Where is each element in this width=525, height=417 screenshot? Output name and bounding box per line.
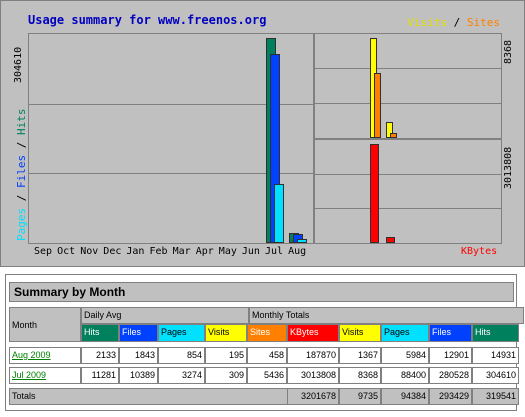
daily-value: 3274 — [158, 367, 205, 384]
daily-value: 1843 — [119, 347, 158, 364]
monthly-value: 8368 — [339, 367, 381, 384]
daily-value: 10389 — [119, 367, 158, 384]
kbytes-bar — [385, 237, 395, 243]
left-y-max: 304610 — [13, 46, 24, 83]
monthly-value: 458 — [247, 347, 287, 364]
col-header-daily-hits: Hits — [81, 324, 119, 342]
kbytes-label: KBytes — [461, 246, 498, 257]
left-legend: Pages / Files / Hits — [15, 109, 28, 242]
total-value: 3201678 — [287, 388, 339, 405]
main-plot — [28, 33, 314, 244]
month-label: Oct — [57, 246, 76, 257]
daily-value: 11281 — [81, 367, 119, 384]
sites-bar — [389, 133, 397, 138]
monthly-value: 5984 — [381, 347, 429, 364]
daily-value: 309 — [205, 367, 247, 384]
month-label: Dec — [103, 246, 122, 257]
visits-sites-plot — [314, 33, 502, 139]
col-header-monthly-pages: Pages — [381, 324, 429, 342]
col-header-monthly-sites: Sites — [247, 324, 287, 342]
month-label: Jan — [126, 246, 145, 257]
month-label: Nov — [80, 246, 99, 257]
month-label: Sep — [34, 246, 53, 257]
col-header-daily-visits: Visits — [205, 324, 247, 342]
monthly-value: 187870 — [287, 347, 339, 364]
total-value: 94384 — [381, 388, 429, 405]
monthly-value: 88400 — [381, 367, 429, 384]
monthly-value: 280528 — [429, 367, 472, 384]
legend-separator: / — [15, 135, 28, 155]
usage-chart: Usage summary for www.freenos.org Visits… — [0, 0, 525, 267]
col-header-daily-pages: Pages — [158, 324, 205, 342]
monthly-value: 12901 — [429, 347, 472, 364]
total-value: 9735 — [339, 388, 381, 405]
month-label: May — [218, 246, 237, 257]
daily-value: 2133 — [81, 347, 119, 364]
chart-title: Usage summary for www.freenos.org — [28, 13, 267, 27]
right-top-y-max: 8368 — [503, 39, 514, 64]
legend-sites: Sites — [466, 16, 500, 29]
pages-bar — [297, 239, 308, 243]
daily-avg-header: Daily Avg — [81, 307, 249, 324]
month-label: Jul — [265, 246, 284, 257]
monthly-value: 1367 — [339, 347, 381, 364]
right-bottom-y-max: 3013808 — [503, 146, 514, 189]
col-header-monthly-hits: Hits — [472, 324, 519, 342]
visits-sites-legend: Visits / Sites — [407, 16, 500, 29]
legend-separator: / — [447, 16, 467, 29]
col-header-monthly-visits: Visits — [339, 324, 381, 342]
kbytes-bar — [370, 144, 379, 243]
month-label: Mar — [172, 246, 191, 257]
pages-bar — [274, 184, 284, 243]
daily-value: 854 — [158, 347, 205, 364]
sites-bar — [374, 73, 381, 138]
month-label: Jun — [241, 246, 260, 257]
month-link[interactable]: Aug 2009 — [9, 347, 81, 364]
total-value: 293429 — [429, 388, 472, 405]
daily-value: 195 — [205, 347, 247, 364]
monthly-value: 14931 — [472, 347, 519, 364]
kbytes-plot — [314, 139, 502, 244]
month-label: Feb — [149, 246, 168, 257]
summary-title: Summary by Month — [9, 282, 514, 302]
legend-hits: Hits — [15, 108, 28, 136]
col-header-monthly-kbytes: KBytes — [287, 324, 339, 342]
month-link[interactable]: Jul 2009 — [9, 367, 81, 384]
legend-visits: Visits — [407, 16, 447, 29]
col-header-daily-files: Files — [119, 324, 158, 342]
month-label: Apr — [195, 246, 214, 257]
monthly-totals-header: Monthly Totals — [249, 307, 524, 324]
legend-separator: / — [15, 188, 28, 208]
col-header-monthly-files: Files — [429, 324, 472, 342]
total-value: 319541 — [472, 388, 519, 405]
month-label: Aug — [288, 246, 307, 257]
legend-files: Files — [15, 154, 28, 188]
monthly-value: 304610 — [472, 367, 519, 384]
monthly-value: 3013808 — [287, 367, 339, 384]
totals-label: Totals — [9, 388, 288, 405]
monthly-value: 5436 — [247, 367, 287, 384]
month-header: Month — [9, 307, 81, 342]
summary-by-month-table: Summary by Month Month Daily Avg Monthly… — [5, 274, 524, 411]
legend-pages: Pages — [15, 207, 28, 241]
